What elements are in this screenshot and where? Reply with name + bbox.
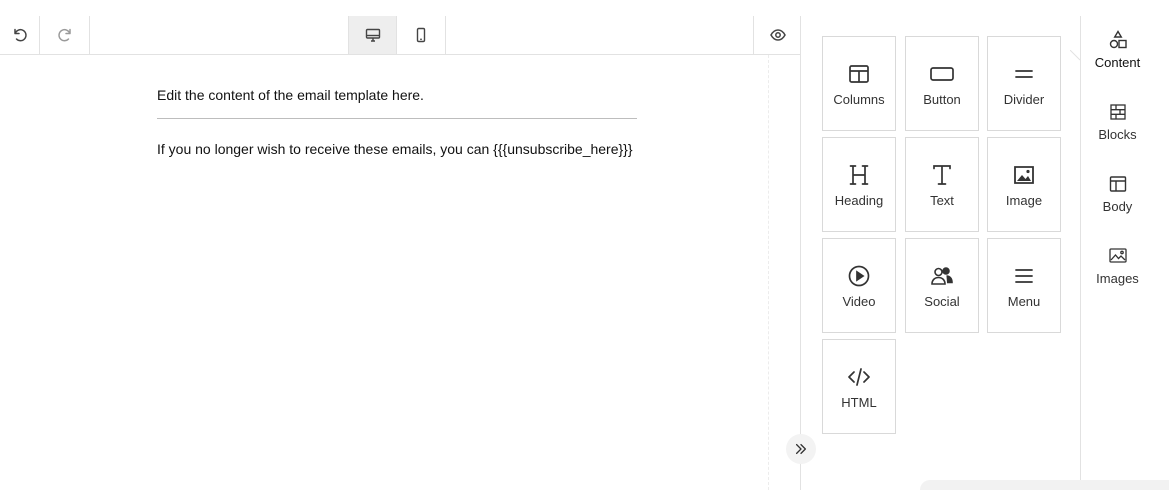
redo-icon xyxy=(57,28,71,42)
images-icon xyxy=(1108,246,1128,266)
text-icon xyxy=(930,163,954,187)
tool-image[interactable]: Image xyxy=(987,137,1061,232)
tool-label: HTML xyxy=(841,395,877,410)
menu-icon xyxy=(1012,264,1036,288)
tab-content[interactable]: Content xyxy=(1081,16,1154,76)
mobile-icon xyxy=(416,27,426,43)
tool-html[interactable]: HTML xyxy=(822,339,896,434)
divider-icon xyxy=(1012,62,1036,86)
chevrons-right-icon xyxy=(795,443,807,455)
tool-menu[interactable]: Menu xyxy=(987,238,1061,333)
tool-button[interactable]: Button xyxy=(905,36,979,131)
tool-label: Text xyxy=(930,193,954,208)
tool-social[interactable]: Social xyxy=(905,238,979,333)
undo-icon xyxy=(13,28,27,42)
email-footer-text[interactable]: If you no longer wish to receive these e… xyxy=(157,141,637,158)
collapse-panel-button[interactable] xyxy=(786,434,816,464)
eye-icon xyxy=(769,29,786,41)
button-icon xyxy=(930,62,954,86)
tab-blocks[interactable]: Blocks xyxy=(1081,88,1154,148)
preview-button[interactable] xyxy=(753,16,801,54)
tool-columns[interactable]: Columns xyxy=(822,36,896,131)
tool-label: Image xyxy=(1005,193,1043,208)
tool-label: Menu xyxy=(1007,294,1041,309)
tool-heading[interactable]: Heading xyxy=(822,137,896,232)
tab-label: Body xyxy=(1102,199,1133,214)
email-editor: Edit the content of the email template h… xyxy=(0,16,801,490)
body-layout-icon xyxy=(1108,174,1128,194)
blocks-icon xyxy=(1108,102,1128,122)
tab-body[interactable]: Body xyxy=(1081,160,1154,220)
tool-text[interactable]: Text xyxy=(905,137,979,232)
tool-label: Columns xyxy=(833,92,885,107)
tab-label: Images xyxy=(1096,271,1139,286)
email-intro-text[interactable]: Edit the content of the email template h… xyxy=(157,87,637,104)
tab-label: Blocks xyxy=(1098,127,1137,142)
social-icon xyxy=(930,264,954,288)
panel-bottom-shade xyxy=(920,480,1169,490)
email-divider[interactable] xyxy=(157,118,637,119)
email-content[interactable]: Edit the content of the email template h… xyxy=(157,87,637,158)
redo-button[interactable] xyxy=(40,16,90,54)
undo-button[interactable] xyxy=(0,16,40,54)
columns-icon xyxy=(847,62,871,86)
tool-label: Divider xyxy=(1003,92,1045,107)
email-canvas[interactable]: Edit the content of the email template h… xyxy=(0,55,800,490)
tool-label: Button xyxy=(923,92,961,107)
shapes-icon xyxy=(1108,30,1128,50)
video-icon xyxy=(847,264,871,288)
canvas-edge-guide xyxy=(768,55,769,490)
editor-toolbar xyxy=(0,16,801,55)
image-icon xyxy=(1012,163,1036,187)
tool-label: Heading xyxy=(834,193,884,208)
content-panel: Columns Button Divider Heading Text Imag… xyxy=(801,16,1080,490)
tab-label: Content xyxy=(1094,55,1141,70)
tab-images[interactable]: Images xyxy=(1081,232,1154,292)
code-icon xyxy=(847,365,871,389)
panel-tabs: Content Blocks Body Images xyxy=(1080,16,1169,490)
tool-label: Social xyxy=(924,294,960,309)
tool-video[interactable]: Video xyxy=(822,238,896,333)
heading-icon xyxy=(847,163,871,187)
tool-label: Video xyxy=(842,294,876,309)
mobile-view-button[interactable] xyxy=(397,16,446,54)
tool-divider[interactable]: Divider xyxy=(987,36,1061,131)
desktop-view-button[interactable] xyxy=(348,16,397,54)
desktop-icon xyxy=(365,28,380,42)
